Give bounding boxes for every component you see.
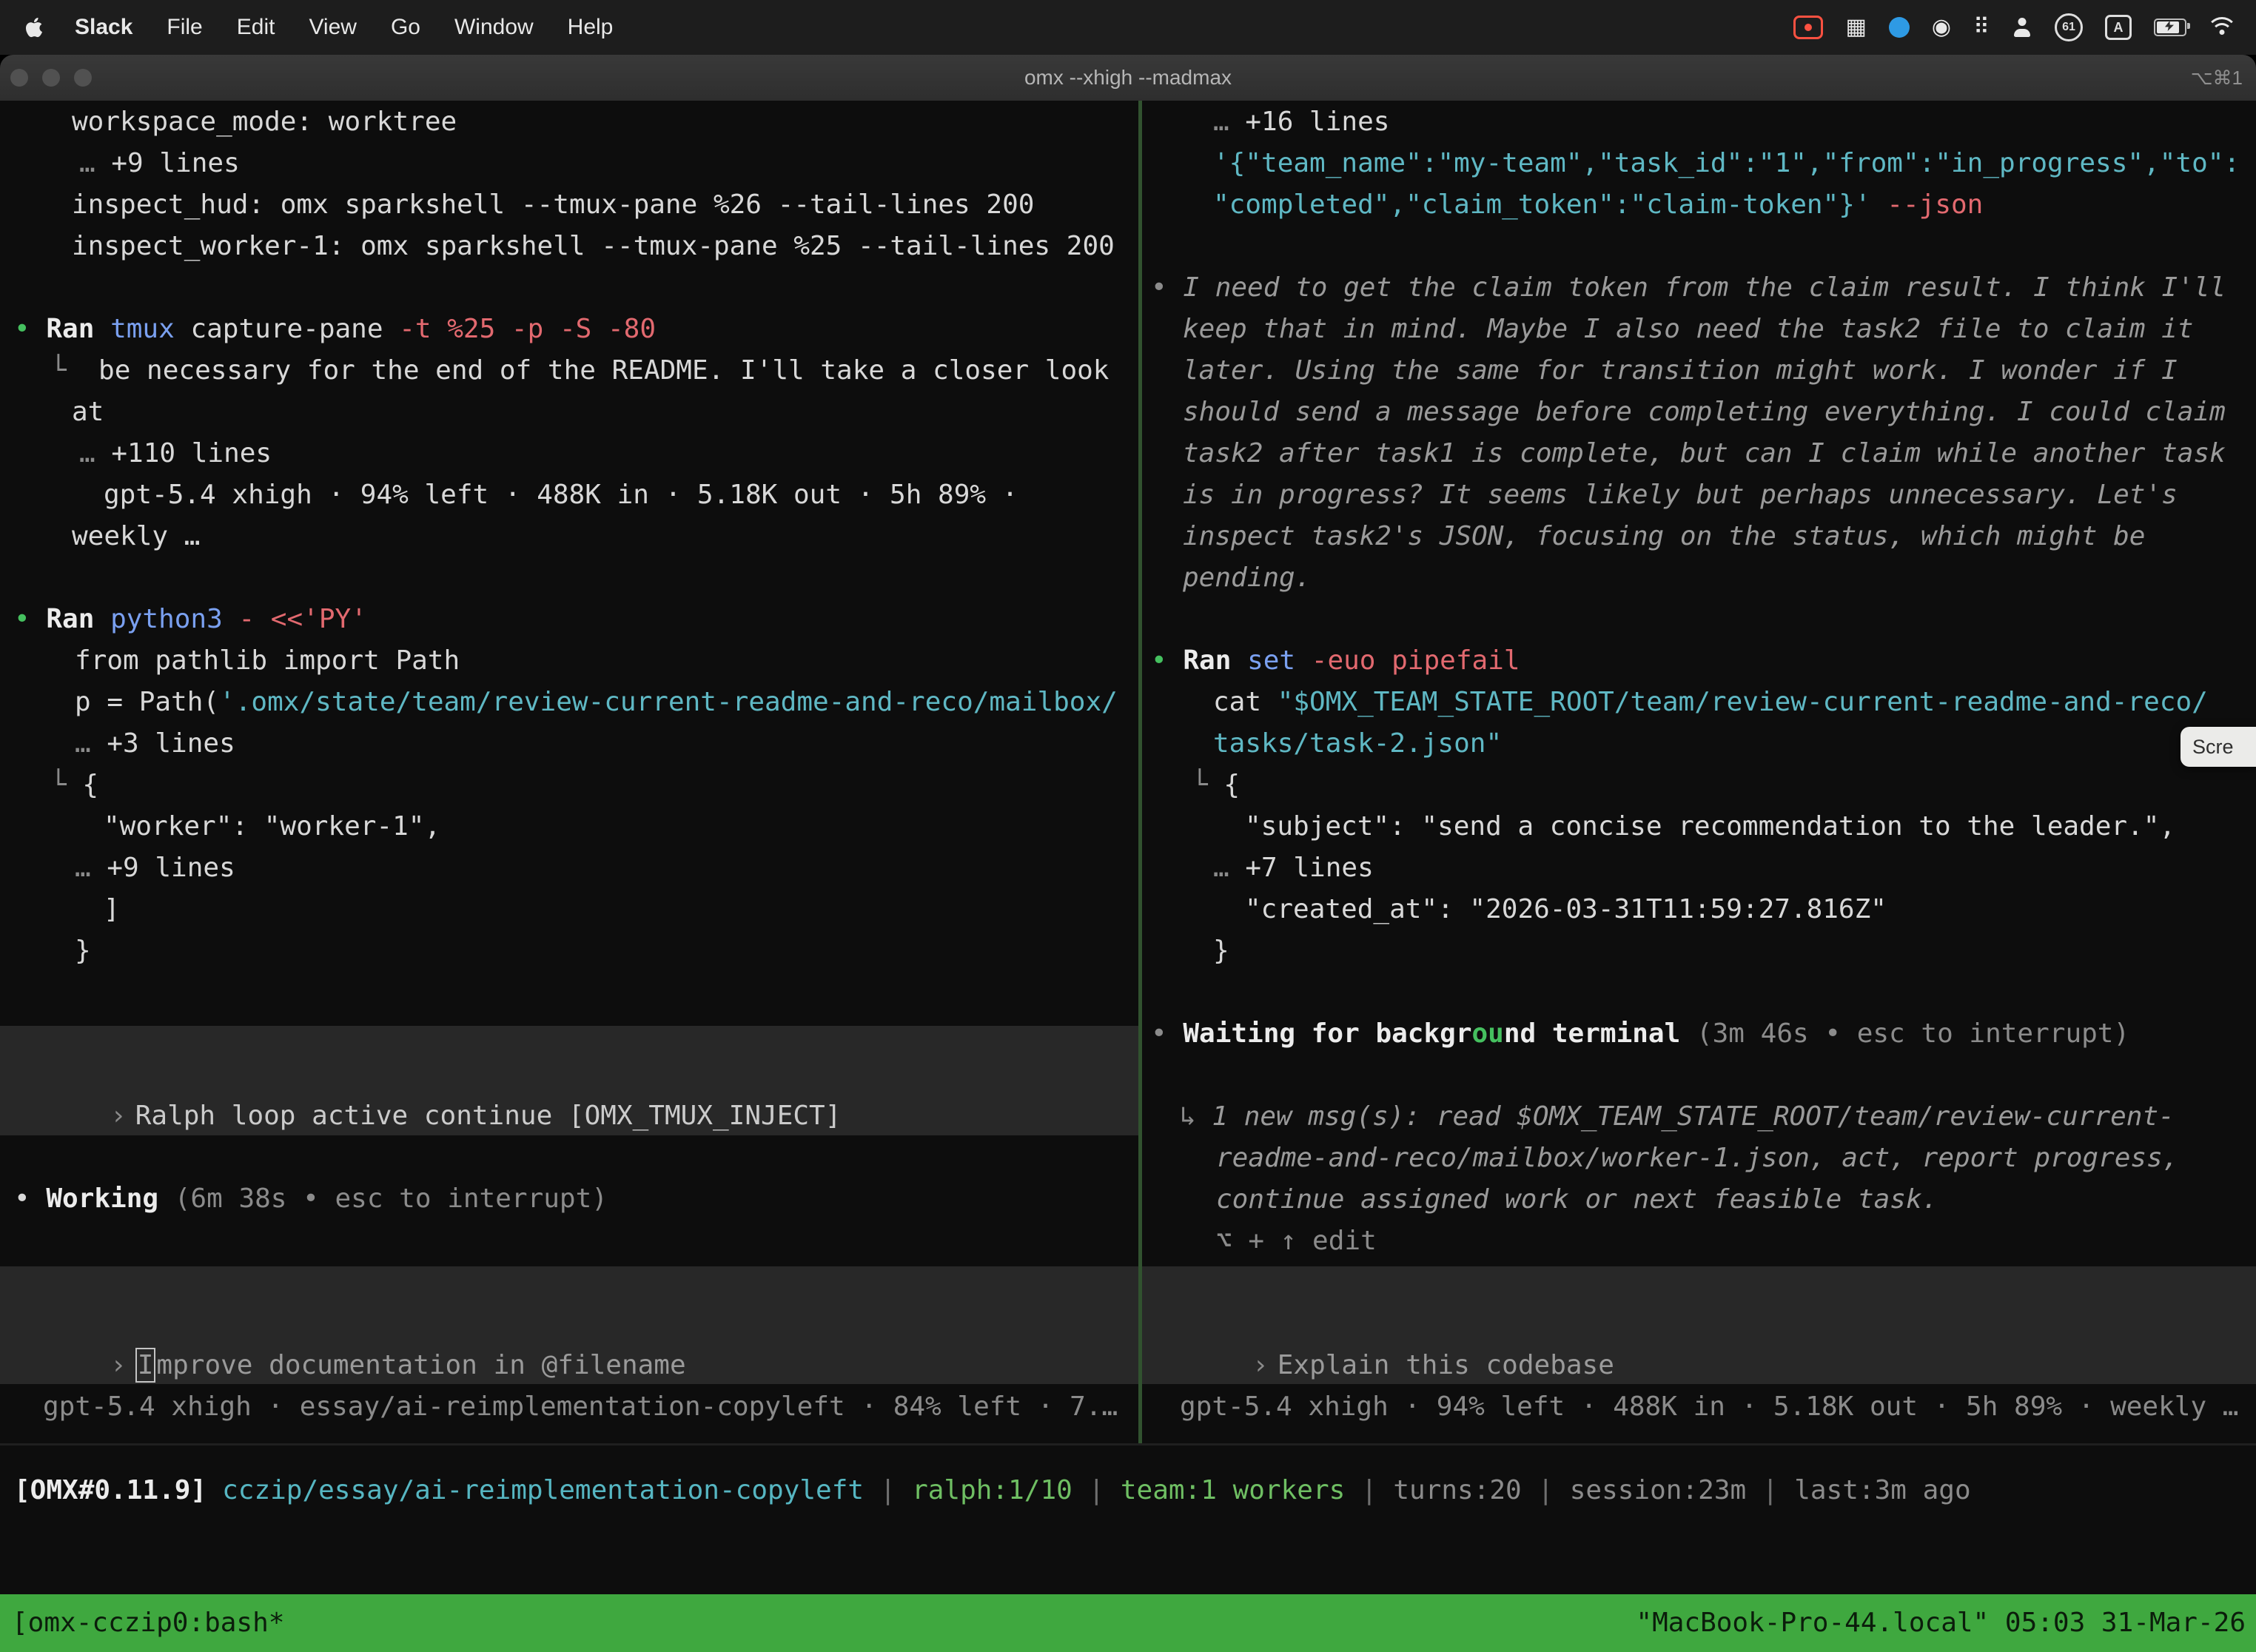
menu-view[interactable]: View — [292, 0, 373, 55]
terminal-line: task2 after task1 is complete, but can I… — [1183, 433, 2226, 474]
terminal-line: • Ran tmux capture-pane -t %25 -p -S -80 — [14, 309, 656, 350]
menu-file[interactable]: File — [150, 0, 219, 55]
terminal-line: keep that in mind. Maybe I also need the… — [1183, 309, 2193, 350]
terminal-line: p = Path('.omx/state/team/review-current… — [75, 682, 1118, 723]
terminal-line: } — [1213, 930, 1229, 972]
terminal-window: omx --xhigh --madmax ⌥⌘1 workspace_mode:… — [0, 55, 2256, 1652]
terminal-line: ] — [104, 889, 120, 930]
terminal-line: should send a message before completing … — [1183, 392, 2226, 433]
screenshot-tooltip: Scre — [2181, 727, 2256, 767]
tmux-host-datetime: "MacBook-Pro-44.local" 05:03 31-Mar-26 — [1636, 1594, 2246, 1652]
terminal-line: … +7 lines — [1213, 847, 1374, 889]
terminal-line: └ be necessary for the end of the README… — [50, 350, 1109, 392]
terminal-line: └ { — [50, 765, 98, 806]
omx-last-activity: last:3m ago — [1794, 1475, 1970, 1505]
terminal-line: gpt-5.4 xhigh · essay/ai-reimplementatio… — [43, 1386, 1118, 1428]
tmux-status-bar: [omx-cczip0:bash* "MacBook-Pro-44.local"… — [0, 1594, 2256, 1652]
terminal-line: … +9 lines — [75, 847, 235, 889]
terminal-line: later. Using the same for transition mig… — [1183, 350, 2178, 392]
terminal-line: "completed","claim_token":"claim-token"}… — [1213, 184, 1983, 226]
menu-go[interactable]: Go — [374, 0, 437, 55]
terminal-scrollback: workspace_mode: worktree… +9 linesinspec… — [0, 101, 2256, 1652]
terminal: workspace_mode: worktree… +9 linesinspec… — [0, 101, 2256, 1652]
menu-edit[interactable]: Edit — [220, 0, 292, 55]
omx-session-time: session:23m — [1570, 1475, 1746, 1505]
gauge-badge-icon[interactable]: 61 — [2055, 13, 2083, 41]
tmux-session-window: [omx-cczip0:bash* — [12, 1594, 284, 1652]
terminal-line: inspect task2's JSON, focusing on the st… — [1183, 516, 2145, 557]
menu-bar: Slack File Edit View Go Window Help ▦ ◉ … — [0, 0, 2256, 55]
terminal-line: • I need to get the claim token from the… — [1151, 267, 2226, 309]
terminal-line: readme-and-reco/mailbox/worker-1.json, a… — [1216, 1138, 2178, 1179]
terminal-line: … +3 lines — [75, 723, 235, 765]
terminal-line: ⌥ + ↑ edit — [1216, 1220, 1377, 1262]
apple-menu-icon[interactable] — [0, 16, 58, 38]
menubar-status-icons: ▦ ◉ ⠿ 61 A — [1793, 13, 2256, 41]
separator: | — [1345, 1475, 1393, 1505]
dots-grid-icon[interactable]: ⠿ — [1973, 16, 1990, 38]
terminal-line: … +9 lines — [79, 143, 240, 184]
terminal-line: continue assigned work or next feasible … — [1216, 1179, 1938, 1220]
menu-window[interactable]: Window — [437, 0, 551, 55]
separator: | — [1746, 1475, 1794, 1505]
terminal-line: • Ran set -euo pipefail — [1151, 640, 1520, 682]
separator: | — [864, 1475, 912, 1505]
terminal-line: • Waiting for background terminal (3m 46… — [1151, 1013, 2129, 1055]
app-menu-slack[interactable]: Slack — [58, 0, 150, 55]
terminal-line: └ { — [1192, 765, 1240, 806]
window-titlebar[interactable]: omx --xhigh --madmax ⌥⌘1 — [0, 55, 2256, 101]
terminal-line: weekly … — [72, 516, 200, 557]
terminal-line: } — [75, 930, 91, 972]
omx-version: [OMX#0.11.9] — [14, 1475, 207, 1505]
screen-recording-indicator-icon[interactable] — [1793, 16, 1823, 39]
omx-ralph-counter: ralph:1/10 — [912, 1475, 1072, 1505]
terminal-line: at — [72, 392, 104, 433]
window-title: omx --xhigh --madmax — [0, 55, 2256, 101]
battery-icon[interactable] — [2154, 19, 2186, 36]
terminal-line: "worker": "worker-1", — [104, 806, 440, 847]
terminal-line: … +110 lines — [79, 433, 272, 474]
terminal-line: ↳ 1 new msg(s): read $OMX_TEAM_STATE_ROO… — [1180, 1096, 2175, 1138]
omx-turns: turns:20 — [1393, 1475, 1521, 1505]
blue-app-icon[interactable] — [1889, 17, 1910, 38]
wifi-icon[interactable] — [2209, 17, 2235, 38]
terminal-line: • Ran python3 - <<'PY' — [14, 599, 367, 640]
terminal-line: pending. — [1183, 557, 1311, 599]
terminal-line: workspace_mode: worktree — [72, 101, 457, 143]
terminal-line: "created_at": "2026-03-31T11:59:27.816Z" — [1245, 889, 1887, 930]
terminal-line: gpt-5.4 xhigh · 94% left · 488K in · 5.1… — [1180, 1386, 2238, 1428]
terminal-line: "subject": "send a concise recommendatio… — [1245, 806, 2175, 847]
omx-repo-path: cczip/essay/ai-reimplementation-copyleft — [222, 1475, 864, 1505]
separator: | — [1522, 1475, 1570, 1505]
terminal-line: inspect_worker-1: omx sparkshell --tmux-… — [72, 226, 1115, 267]
person-icon[interactable] — [2012, 17, 2032, 38]
terminal-line: is in progress? It seems likely but perh… — [1183, 474, 2178, 516]
terminal-line: • Working (6m 38s • esc to interrupt) — [14, 1178, 608, 1220]
terminal-line: from pathlib import Path — [75, 640, 460, 682]
omx-status-line: [OMX#0.11.9] cczip/essay/ai-reimplementat… — [14, 1470, 1971, 1511]
window-shortcut-hint: ⌥⌘1 — [2191, 55, 2243, 101]
omx-team-workers: team:1 workers — [1121, 1475, 1345, 1505]
terminal-line: tasks/task-2.json" — [1213, 723, 1502, 765]
terminal-line: cat "$OMX_TEAM_STATE_ROOT/team/review-cu… — [1213, 682, 2208, 723]
circle-app-icon[interactable]: ◉ — [1932, 16, 1951, 38]
grid-app-icon[interactable]: ▦ — [1845, 16, 1866, 38]
terminal-line: inspect_hud: omx sparkshell --tmux-pane … — [72, 184, 1034, 226]
terminal-line: gpt-5.4 xhigh · 94% left · 488K in · 5.1… — [104, 474, 1018, 516]
menu-help[interactable]: Help — [551, 0, 631, 55]
separator: | — [1072, 1475, 1121, 1505]
terminal-line: … +16 lines — [1213, 101, 1389, 143]
terminal-line: '{"team_name":"my-team","task_id":"1","f… — [1213, 143, 2240, 184]
input-source-icon[interactable]: A — [2105, 15, 2132, 40]
